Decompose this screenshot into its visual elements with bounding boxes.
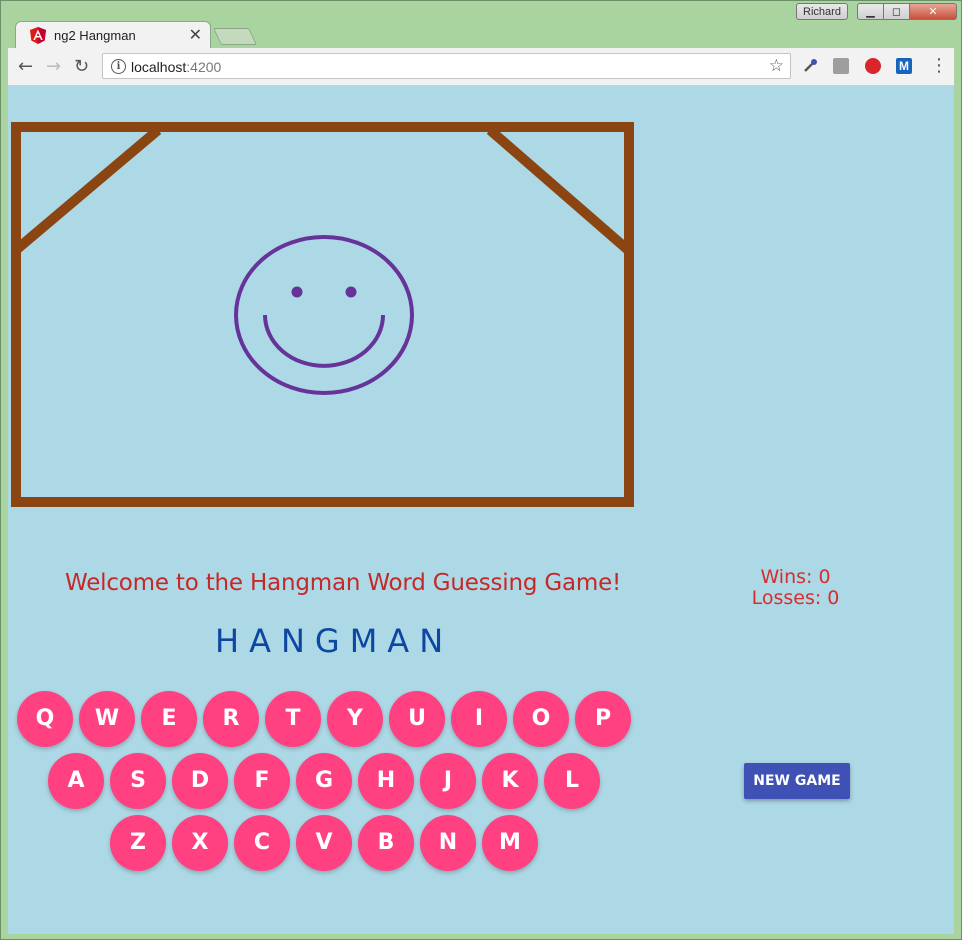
letter-key-o[interactable]: O	[513, 691, 569, 747]
left-eye	[291, 286, 303, 298]
letter-key-z[interactable]: Z	[110, 815, 166, 871]
letter-key-a[interactable]: A	[48, 753, 104, 809]
browser-toolbar: ← → ↻ i localhost:4200 ☆ M ⋮	[8, 48, 954, 86]
letter-key-k[interactable]: K	[482, 753, 538, 809]
browser-window: ng2 Hangman ✕ Richard ▁ ◻ ✕ ← → ↻ i loca…	[0, 0, 962, 940]
letter-key-n[interactable]: N	[420, 815, 476, 871]
tab-close-icon[interactable]: ✕	[189, 25, 202, 44]
face-outline	[234, 235, 414, 395]
tab-title: ng2 Hangman	[54, 28, 136, 43]
m-extension-icon[interactable]: M	[896, 58, 912, 74]
letter-key-c[interactable]: C	[234, 815, 290, 871]
letter-key-y[interactable]: Y	[327, 691, 383, 747]
title-bar: ng2 Hangman ✕ Richard ▁ ◻ ✕	[1, 1, 961, 49]
extension-badge-icon[interactable]	[865, 58, 881, 74]
eyedropper-extension-icon[interactable]	[802, 58, 818, 74]
letter-key-e[interactable]: E	[141, 691, 197, 747]
letter-key-s[interactable]: S	[110, 753, 166, 809]
url-host: localhost	[131, 59, 187, 75]
profile-button[interactable]: Richard	[796, 3, 848, 20]
letter-key-h[interactable]: H	[358, 753, 414, 809]
maximize-button[interactable]: ◻	[883, 3, 910, 20]
new-game-button[interactable]: NEW GAME	[744, 763, 850, 799]
gallows-right-brace	[486, 126, 632, 254]
letter-key-l[interactable]: L	[544, 753, 600, 809]
forward-arrow-icon[interactable]: →	[46, 56, 61, 77]
browser-tab[interactable]: ng2 Hangman ✕	[15, 21, 211, 49]
letter-key-p[interactable]: P	[575, 691, 631, 747]
letter-key-f[interactable]: F	[234, 753, 290, 809]
letter-key-j[interactable]: J	[420, 753, 476, 809]
letter-key-b[interactable]: B	[358, 815, 414, 871]
gallows-left-brace	[12, 126, 162, 254]
back-arrow-icon[interactable]: ←	[18, 56, 33, 77]
url-text[interactable]: localhost:4200	[131, 59, 221, 75]
word-display: HANGMAN	[215, 622, 454, 660]
letter-key-m[interactable]: M	[482, 815, 538, 871]
address-bar[interactable]: i localhost:4200 ☆	[102, 53, 791, 79]
extension-icon[interactable]	[833, 58, 849, 74]
letter-key-t[interactable]: T	[265, 691, 321, 747]
letter-key-r[interactable]: R	[203, 691, 259, 747]
right-eye	[345, 286, 357, 298]
letter-key-u[interactable]: U	[389, 691, 445, 747]
url-port: :4200	[186, 59, 222, 75]
new-tab-button[interactable]	[213, 28, 257, 45]
letter-key-x[interactable]: X	[172, 815, 228, 871]
minimize-button[interactable]: ▁	[857, 3, 884, 20]
welcome-heading: Welcome to the Hangman Word Guessing Gam…	[65, 570, 622, 596]
kebab-menu-icon[interactable]: ⋮	[930, 55, 948, 76]
info-icon[interactable]: i	[111, 59, 126, 74]
angular-logo-icon	[30, 27, 46, 44]
score-panel: Wins: 0 Losses: 0	[738, 567, 853, 609]
smiley-face	[234, 235, 414, 395]
hangman-drawing	[11, 122, 634, 507]
letter-key-v[interactable]: V	[296, 815, 352, 871]
letter-key-i[interactable]: I	[451, 691, 507, 747]
close-window-button[interactable]: ✕	[909, 3, 957, 20]
losses-label: Losses: 0	[751, 587, 840, 609]
bookmark-star-icon[interactable]: ☆	[769, 56, 784, 76]
letter-key-d[interactable]: D	[172, 753, 228, 809]
page-content: Welcome to the Hangman Word Guessing Gam…	[8, 86, 954, 934]
letter-key-q[interactable]: Q	[17, 691, 73, 747]
letter-key-g[interactable]: G	[296, 753, 352, 809]
reload-icon[interactable]: ↻	[74, 56, 89, 77]
wins-label: Wins: 0	[760, 566, 831, 588]
letter-key-w[interactable]: W	[79, 691, 135, 747]
gallows-frame	[11, 122, 634, 507]
smile-mouth	[263, 314, 385, 368]
